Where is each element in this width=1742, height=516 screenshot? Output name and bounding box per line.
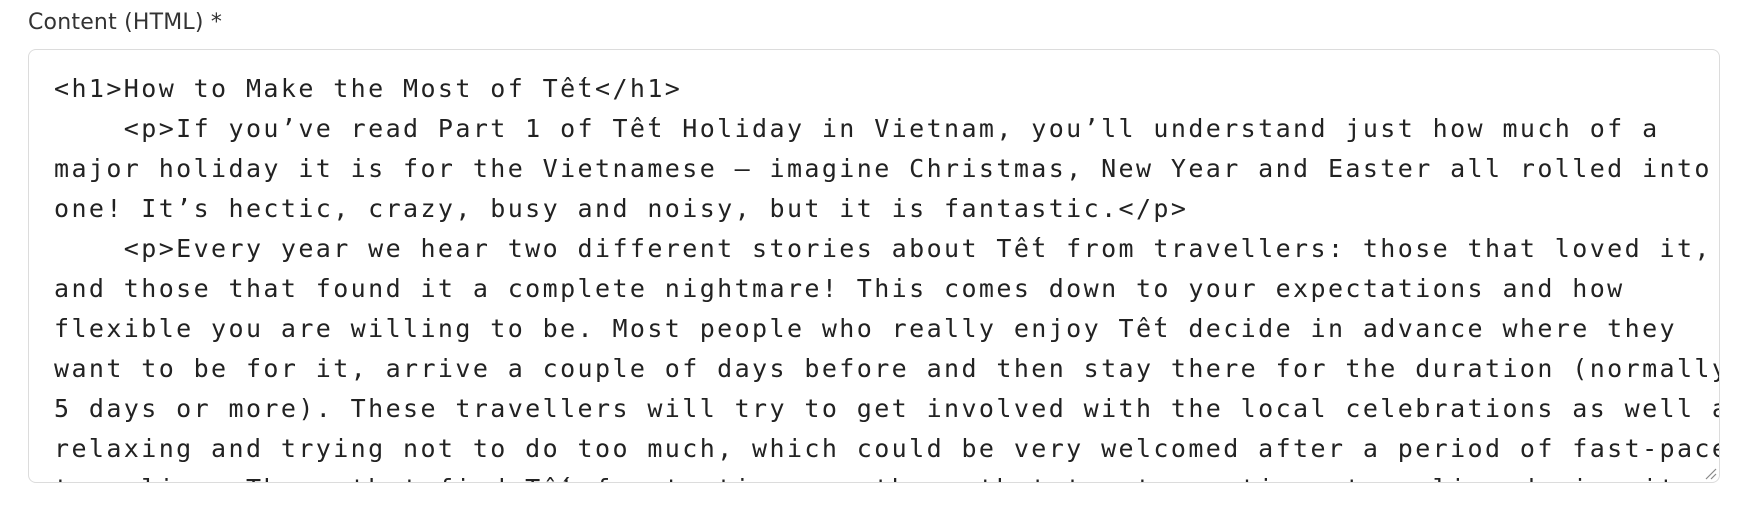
textarea-line: one! It’s hectic, crazy, busy and noisy,… <box>54 194 1189 223</box>
content-html-label: Content (HTML) * <box>28 10 223 35</box>
textarea-line: flexible you are willing to be. Most peo… <box>54 314 1677 343</box>
textarea-content[interactable]: <h1>How to Make the Most of Tết</h1> <p>… <box>54 69 1720 482</box>
textarea-line: 5 days or more). These travellers will t… <box>54 394 1720 423</box>
textarea-line: want to be for it, arrive a couple of da… <box>54 354 1720 383</box>
textarea-line: traveling. Those that find Tết frustrati… <box>54 469 1719 482</box>
content-html-field: Content (HTML) * <h1>How to Make the Mos… <box>28 8 1720 483</box>
textarea-line: <p>If you’ve read Part 1 of Tết Holiday … <box>54 114 1660 143</box>
textarea-line: major holiday it is for the Vietnamese –… <box>54 154 1712 183</box>
textarea-line: <h1>How to Make the Most of Tết</h1> <box>54 74 683 103</box>
resize-grip-icon[interactable] <box>1703 466 1717 480</box>
content-html-textarea[interactable]: <h1>How to Make the Most of Tết</h1> <p>… <box>28 49 1720 483</box>
textarea-line: and those that found it a complete night… <box>54 274 1625 303</box>
textarea-line: <p>Every year we hear two different stor… <box>54 234 1712 263</box>
textarea-line: relaxing and trying not to do too much, … <box>54 434 1720 463</box>
